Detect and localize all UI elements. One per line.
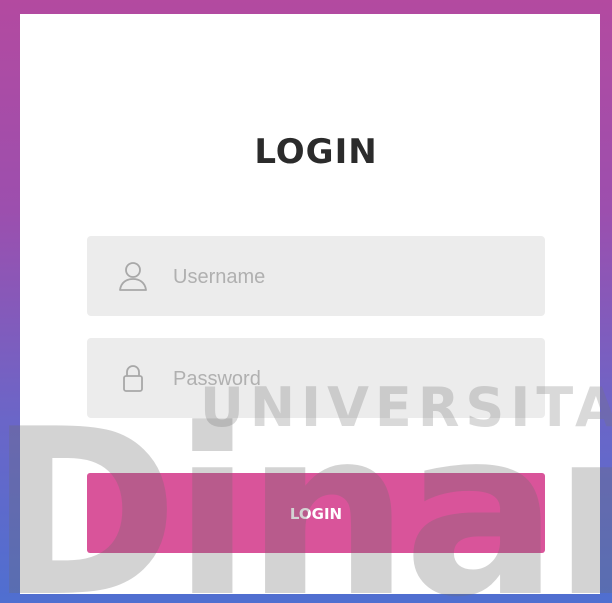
username-input[interactable] bbox=[171, 256, 515, 298]
password-field[interactable] bbox=[87, 338, 545, 418]
lock-icon bbox=[123, 365, 143, 392]
username-field[interactable] bbox=[87, 236, 545, 316]
user-icon bbox=[119, 262, 147, 291]
login-card: LOGIN LOGIN bbox=[20, 14, 600, 594]
login-title: LOGIN bbox=[254, 132, 378, 172]
login-screen: LOGIN LOGIN UNIVERSITA Dinam bbox=[0, 0, 612, 603]
login-button[interactable]: LOGIN bbox=[87, 473, 545, 553]
password-input[interactable] bbox=[171, 358, 515, 400]
